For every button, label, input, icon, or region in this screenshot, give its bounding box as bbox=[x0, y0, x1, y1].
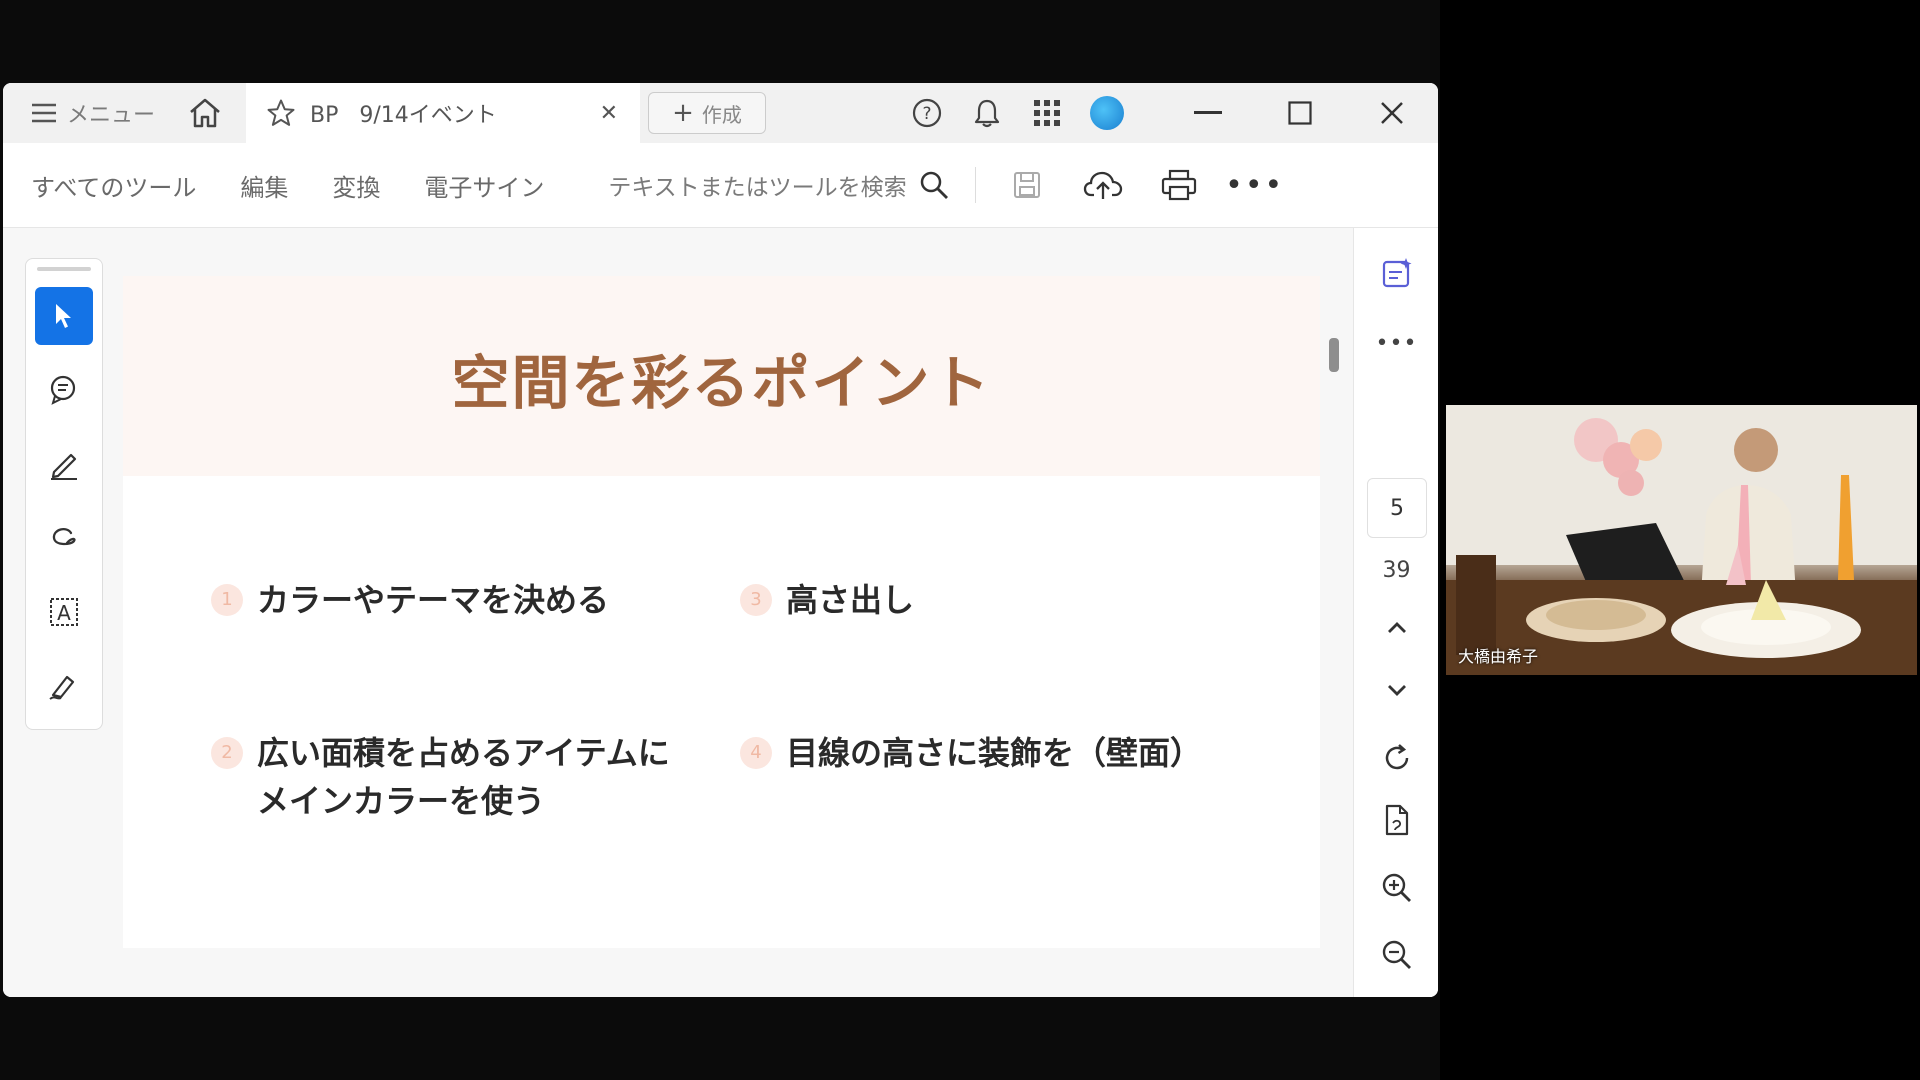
pdf-page: 空間を彩るポイント 1 カラーやテーマを決める 2 広い面積を占めるアイテムに … bbox=[123, 276, 1320, 948]
participant-video-tile[interactable]: 大橋由希子 bbox=[1446, 405, 1917, 675]
print-button[interactable] bbox=[1154, 160, 1204, 210]
sign-tool[interactable] bbox=[35, 657, 93, 715]
comment-icon bbox=[50, 375, 76, 405]
left-tool-panel: A bbox=[25, 258, 103, 730]
comment-tool[interactable] bbox=[35, 361, 93, 419]
zoom-in-button[interactable] bbox=[1354, 863, 1438, 913]
vertical-scrollbar[interactable] bbox=[1329, 338, 1339, 372]
all-tools-link[interactable]: すべてのツール bbox=[31, 168, 196, 203]
total-pages: 39 bbox=[1382, 558, 1411, 583]
close-button[interactable] bbox=[1346, 83, 1438, 143]
text-box-icon: A bbox=[50, 598, 78, 626]
tab-title: BP 9/14イベント bbox=[310, 103, 497, 128]
chevron-up-icon bbox=[1387, 622, 1406, 633]
close-icon bbox=[1381, 102, 1403, 124]
esign-link[interactable]: 電子サイン bbox=[424, 168, 544, 203]
panel-grip[interactable] bbox=[37, 267, 91, 271]
right-rail: ••• 5 39 bbox=[1353, 228, 1438, 997]
save-button[interactable] bbox=[1002, 160, 1052, 210]
document-view: A 空間を彩るポイント 1 カラーやテーマを決める 2 広い面積を占めるアイテム… bbox=[3, 228, 1353, 997]
plus-icon: + bbox=[672, 98, 694, 128]
rail-more-button[interactable]: ••• bbox=[1354, 323, 1438, 363]
create-label: 作成 bbox=[701, 102, 742, 127]
video-feed-image bbox=[1446, 405, 1917, 675]
point-item: 1 カラーやテーマを決める bbox=[211, 576, 609, 624]
select-tool[interactable] bbox=[35, 287, 93, 345]
svg-text:A: A bbox=[57, 601, 71, 625]
highlight-tool[interactable] bbox=[35, 435, 93, 493]
main-toolbar: すべてのツール 編集 変換 電子サイン テキストまたはツールを検索 ••• bbox=[3, 143, 1438, 228]
acrobat-window: メニュー BP 9/14イベント ✕ + 作成 ? すべてのツール 編集 変換 … bbox=[3, 83, 1438, 997]
search-box[interactable]: テキストまたはツールを検索 bbox=[608, 168, 948, 202]
bell-icon[interactable] bbox=[968, 94, 1006, 132]
upload-button[interactable] bbox=[1078, 160, 1128, 210]
zoom-in-icon bbox=[1382, 873, 1411, 902]
point-item: 4 目線の高さに装飾を（壁面） bbox=[740, 729, 1202, 777]
printer-icon bbox=[1161, 169, 1196, 201]
point-number: 1 bbox=[211, 584, 243, 616]
current-page-input[interactable]: 5 bbox=[1367, 478, 1427, 538]
home-icon bbox=[190, 98, 220, 128]
maximize-button[interactable] bbox=[1254, 83, 1346, 143]
point-number: 3 bbox=[740, 584, 772, 616]
toolbar-divider bbox=[974, 167, 976, 203]
point-item: 2 広い面積を占めるアイテムに メインカラーを使う bbox=[211, 729, 670, 825]
rotate-icon bbox=[1385, 744, 1408, 770]
point-item: 3 高さ出し bbox=[740, 576, 914, 624]
pen-icon bbox=[51, 453, 77, 480]
freehand-icon bbox=[52, 527, 76, 546]
cursor-arrow-icon bbox=[56, 304, 71, 328]
point-number: 4 bbox=[740, 737, 772, 769]
edit-link[interactable]: 編集 bbox=[240, 168, 288, 203]
point-text: 目線の高さに装飾を（壁面） bbox=[786, 734, 1203, 772]
text-tool[interactable]: A bbox=[35, 583, 93, 641]
rotate-button[interactable] bbox=[1354, 733, 1438, 783]
search-icon[interactable] bbox=[919, 170, 949, 200]
avatar bbox=[1090, 96, 1124, 130]
point-text: 広い面積を占めるアイテムに メインカラーを使う bbox=[257, 734, 670, 820]
save-icon bbox=[1013, 172, 1040, 198]
svg-text:?: ? bbox=[922, 104, 931, 124]
home-button[interactable] bbox=[175, 83, 235, 143]
signature-pen-icon bbox=[49, 675, 75, 700]
help-icon[interactable]: ? bbox=[908, 94, 946, 132]
apps-grid-icon[interactable] bbox=[1028, 94, 1066, 132]
minimize-button[interactable] bbox=[1162, 83, 1254, 143]
participant-name: 大橋由希子 bbox=[1458, 647, 1539, 666]
maximize-icon bbox=[1288, 101, 1312, 125]
more-options-button[interactable]: ••• bbox=[1225, 160, 1282, 210]
menu-label: メニュー bbox=[67, 103, 156, 128]
zoom-out-icon bbox=[1382, 940, 1411, 969]
title-bar: メニュー BP 9/14イベント ✕ + 作成 ? bbox=[3, 83, 1438, 143]
search-placeholder: テキストまたはツールを検索 bbox=[608, 175, 907, 201]
document-tab[interactable]: BP 9/14イベント ✕ bbox=[246, 83, 640, 143]
cloud-upload-icon bbox=[1083, 171, 1122, 199]
screen-share-area: メニュー BP 9/14イベント ✕ + 作成 ? すべてのツール 編集 変換 … bbox=[0, 0, 1440, 1080]
more-horizontal-icon: ••• bbox=[1375, 330, 1418, 356]
point-text: 高さ出し bbox=[786, 581, 915, 619]
zoom-out-button[interactable] bbox=[1354, 930, 1438, 980]
menu-button[interactable]: メニュー bbox=[3, 83, 175, 143]
page-tools-button[interactable] bbox=[1354, 796, 1438, 846]
more-horizontal-icon: ••• bbox=[1225, 167, 1285, 203]
minimize-icon bbox=[1194, 111, 1222, 114]
titlebar-icons: ? bbox=[908, 83, 1126, 143]
star-icon[interactable] bbox=[266, 98, 296, 128]
next-page-button[interactable] bbox=[1354, 670, 1438, 710]
page-title: 空間を彩るポイント bbox=[451, 349, 992, 417]
previous-page-button[interactable] bbox=[1354, 608, 1438, 648]
point-number: 2 bbox=[211, 737, 243, 769]
profile-avatar[interactable] bbox=[1088, 94, 1126, 132]
draw-tool[interactable] bbox=[35, 509, 93, 567]
hamburger-icon bbox=[32, 103, 56, 123]
convert-link[interactable]: 変換 bbox=[332, 168, 380, 203]
document-icon bbox=[1385, 804, 1408, 836]
chevron-down-icon bbox=[1387, 685, 1406, 696]
point-text: カラーやテーマを決める bbox=[257, 581, 610, 619]
create-button[interactable]: + 作成 bbox=[648, 92, 766, 134]
window-controls bbox=[1162, 83, 1438, 143]
ai-assistant-button[interactable] bbox=[1354, 248, 1438, 298]
sparkle-panel-icon bbox=[1382, 258, 1411, 288]
tab-close-icon[interactable]: ✕ bbox=[600, 101, 618, 126]
